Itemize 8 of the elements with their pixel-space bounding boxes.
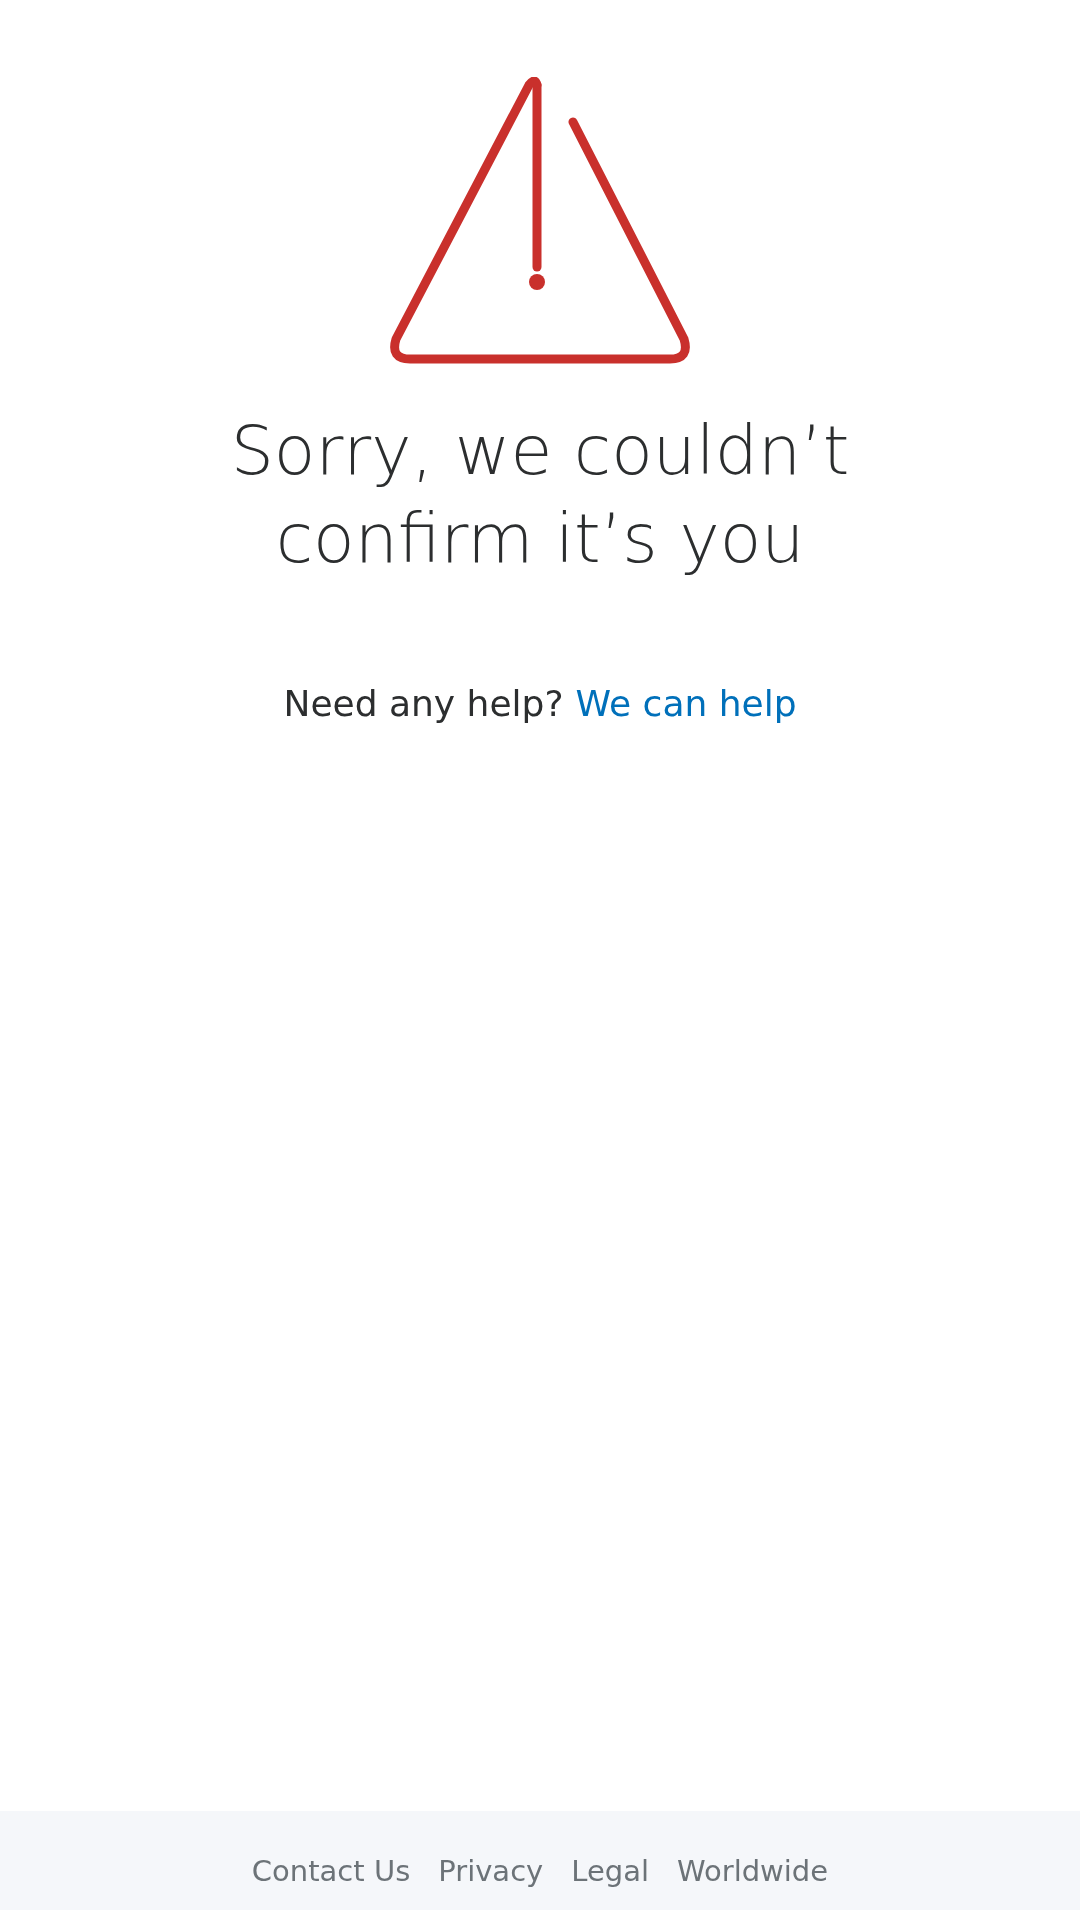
error-title: Sorry, we couldn’t confirm it’s you xyxy=(229,410,851,580)
footer-link[interactable]: Contact Us xyxy=(251,1853,411,1888)
help-prompt: Need any help? xyxy=(283,683,564,724)
help-link[interactable]: We can help xyxy=(575,683,797,724)
footer-link[interactable]: Worldwide xyxy=(677,1853,829,1888)
footer-link[interactable]: Privacy xyxy=(438,1853,544,1888)
warning-icon xyxy=(390,77,690,367)
footer-link[interactable]: Legal xyxy=(571,1853,649,1888)
